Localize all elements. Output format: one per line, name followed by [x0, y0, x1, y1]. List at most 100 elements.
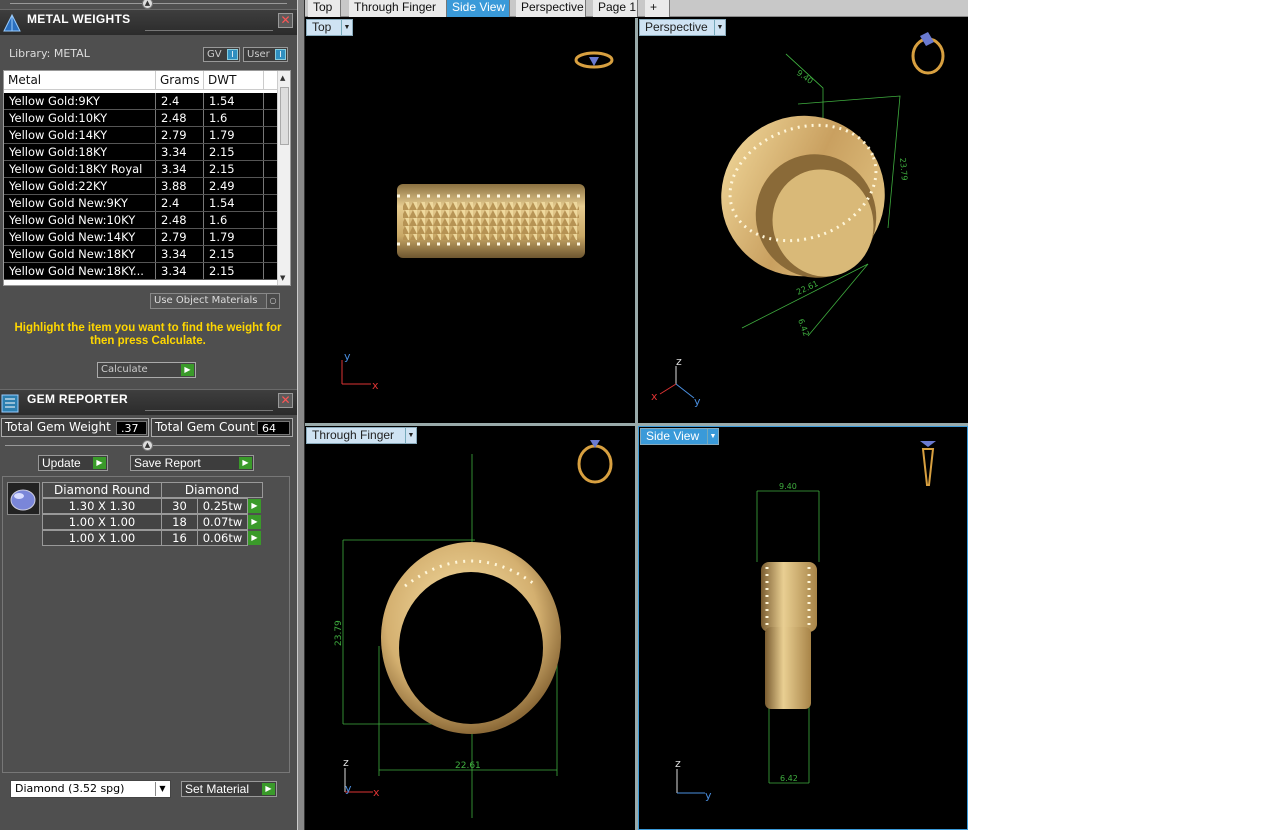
close-icon[interactable]: ✕: [278, 393, 293, 408]
table-row[interactable]: Yellow Gold:18KY Royal 3.34 2.15: [4, 161, 279, 178]
viewport-perspective-menu[interactable]: Perspective ▼: [639, 19, 726, 36]
tab-side-view[interactable]: Side View: [447, 0, 510, 17]
viewport-through-finger[interactable]: 23.79 22.61 z y x Through Finger ▼: [305, 426, 635, 830]
viewport-splitter-horizontal[interactable]: [305, 423, 968, 426]
table-row[interactable]: Yellow Gold:22KY 3.88 2.49: [4, 178, 279, 195]
cell-dwt: 2.15: [204, 246, 264, 262]
viewport-side-view-menu[interactable]: Side View ▼: [640, 428, 719, 445]
user-toggle[interactable]: User I: [243, 47, 288, 62]
gem-reporter-icon: [1, 394, 19, 413]
gem-row[interactable]: 1.00 X 1.00 16 0.06tw ▶: [42, 530, 263, 546]
metal-table-scrollbar[interactable]: ▲ ▼: [277, 71, 290, 285]
axis-indicator: z x y: [651, 355, 701, 408]
collapse-up-icon[interactable]: ▲: [142, 440, 153, 451]
svg-text:x: x: [372, 379, 379, 392]
cell-grams: 3.34: [156, 161, 204, 177]
viewport-through-finger-menu[interactable]: Through Finger ▼: [306, 427, 417, 444]
tab-through-finger[interactable]: Through Finger: [349, 0, 447, 17]
add-tab-icon[interactable]: +: [645, 0, 670, 17]
gem-row[interactable]: 1.30 X 1.30 30 0.25tw ▶: [42, 498, 263, 514]
viewport-top[interactable]: y x Top ▼: [305, 18, 635, 423]
gem-row[interactable]: 1.00 X 1.00 18 0.07tw ▶: [42, 514, 263, 530]
chevron-down-icon[interactable]: ▼: [405, 428, 416, 443]
collapse-up-icon[interactable]: ▲: [142, 0, 153, 9]
round-diamond-icon[interactable]: [7, 482, 40, 515]
chevron-down-icon[interactable]: ▼: [707, 429, 718, 444]
tab-perspective[interactable]: Perspective: [516, 0, 586, 17]
cell-dwt: 2.15: [204, 144, 264, 160]
ring-thumbnail-icon: [920, 441, 936, 486]
chevron-down-icon[interactable]: ▼: [155, 782, 169, 796]
play-icon: ▶: [181, 364, 194, 376]
col-header-grams[interactable]: Grams: [156, 71, 204, 90]
update-label: Update: [42, 456, 81, 470]
table-row[interactable]: Yellow Gold:10KY 2.48 1.6: [4, 110, 279, 127]
scroll-up-icon[interactable]: ▲: [280, 74, 285, 82]
cell-grams: 3.34: [156, 246, 204, 262]
left-panel: ▲ METAL WEIGHTS ✕ Library: METAL GV I Use…: [0, 0, 297, 830]
gem-cell-weight: 0.07tw: [197, 514, 248, 530]
table-row[interactable]: Yellow Gold:14KY 2.79 1.79: [4, 127, 279, 144]
total-gem-count-label: Total Gem Count: [155, 420, 255, 434]
cell-grams: 2.4: [156, 93, 204, 109]
gem-cell-weight: 0.25tw: [197, 498, 248, 514]
cell-metal: Yellow Gold:18KY: [4, 144, 156, 160]
tab-top[interactable]: Top: [308, 0, 341, 17]
panel-splitter[interactable]: [297, 0, 305, 830]
tab-page-1[interactable]: Page 1: [593, 0, 638, 17]
col-header-metal[interactable]: Metal: [4, 71, 156, 90]
cell-dwt: 1.54: [204, 195, 264, 211]
user-label: User: [247, 49, 270, 60]
viewport-top-menu[interactable]: Top ▼: [306, 19, 353, 36]
svg-text:y: y: [345, 782, 352, 795]
svg-text:z: z: [343, 756, 349, 769]
table-row[interactable]: Yellow Gold New:18KY 3.34 2.15: [4, 246, 279, 263]
table-row[interactable]: Yellow Gold New:18KY... 3.34 2.15: [4, 263, 279, 280]
scroll-down-icon[interactable]: ▼: [280, 274, 285, 282]
select-gem-icon[interactable]: ▶: [248, 515, 261, 529]
svg-text:y: y: [694, 395, 701, 408]
table-row[interactable]: Yellow Gold:9KY 2.4 1.54: [4, 93, 279, 110]
viewport-perspective[interactable]: 9.40 23.79 22.61 6.42 z x y Perspective ▼: [638, 18, 968, 423]
cell-dwt: 2.15: [204, 263, 264, 279]
play-icon: ▶: [93, 457, 106, 469]
total-gem-weight: Total Gem Weight .37: [1, 418, 149, 437]
scroll-thumb[interactable]: [280, 87, 289, 145]
ring-thumbnail-icon: [911, 32, 945, 75]
cell-metal: Yellow Gold:9KY: [4, 93, 156, 109]
through-finger-canvas: 23.79 22.61 z y x: [334, 440, 613, 818]
viewport-side-view[interactable]: 9.40 6.42 z y Side View ▼: [638, 426, 968, 830]
cell-metal: Yellow Gold:10KY: [4, 110, 156, 126]
cell-grams: 2.4: [156, 195, 204, 211]
update-button[interactable]: Update ▶: [38, 455, 108, 471]
metal-weights-icon: [3, 13, 21, 32]
svg-text:y: y: [705, 789, 712, 802]
viewport-top-label: Top: [312, 20, 332, 34]
gv-toggle[interactable]: GV I: [203, 47, 240, 62]
set-material-button[interactable]: Set Material ▶: [181, 781, 277, 797]
user-indicator: I: [275, 49, 286, 60]
table-row[interactable]: Yellow Gold New:14KY 2.79 1.79: [4, 229, 279, 246]
cell-metal: Yellow Gold:14KY: [4, 127, 156, 143]
material-select-value: Diamond (3.52 spg): [15, 782, 125, 795]
material-select[interactable]: Diamond (3.52 spg) ▼: [10, 780, 171, 798]
select-gem-icon[interactable]: ▶: [248, 499, 261, 513]
select-gem-icon[interactable]: ▶: [248, 531, 261, 545]
calculate-button[interactable]: Calculate ▶: [97, 362, 196, 378]
svg-text:z: z: [676, 355, 682, 368]
gem-cell-weight: 0.06tw: [197, 530, 248, 546]
svg-text:22.61: 22.61: [795, 279, 820, 297]
perspective-canvas: 9.40 23.79 22.61 6.42 z x y: [651, 32, 945, 408]
use-object-materials-toggle[interactable]: Use Object Materials ○: [150, 293, 280, 309]
table-row[interactable]: Yellow Gold New:10KY 2.48 1.6: [4, 212, 279, 229]
gem-totals-row: Total Gem Weight .37 Total Gem Count 64: [0, 418, 297, 438]
chevron-down-icon[interactable]: ▼: [714, 20, 725, 35]
save-report-button[interactable]: Save Report ▶: [130, 455, 254, 471]
col-header-dwt[interactable]: DWT: [204, 71, 264, 90]
chevron-down-icon[interactable]: ▼: [341, 20, 352, 35]
cell-dwt: 1.79: [204, 127, 264, 143]
axis-indicator: z y x: [343, 756, 380, 799]
table-row[interactable]: Yellow Gold:18KY 3.34 2.15: [4, 144, 279, 161]
table-row[interactable]: Yellow Gold New:9KY 2.4 1.54: [4, 195, 279, 212]
close-icon[interactable]: ✕: [278, 13, 293, 28]
